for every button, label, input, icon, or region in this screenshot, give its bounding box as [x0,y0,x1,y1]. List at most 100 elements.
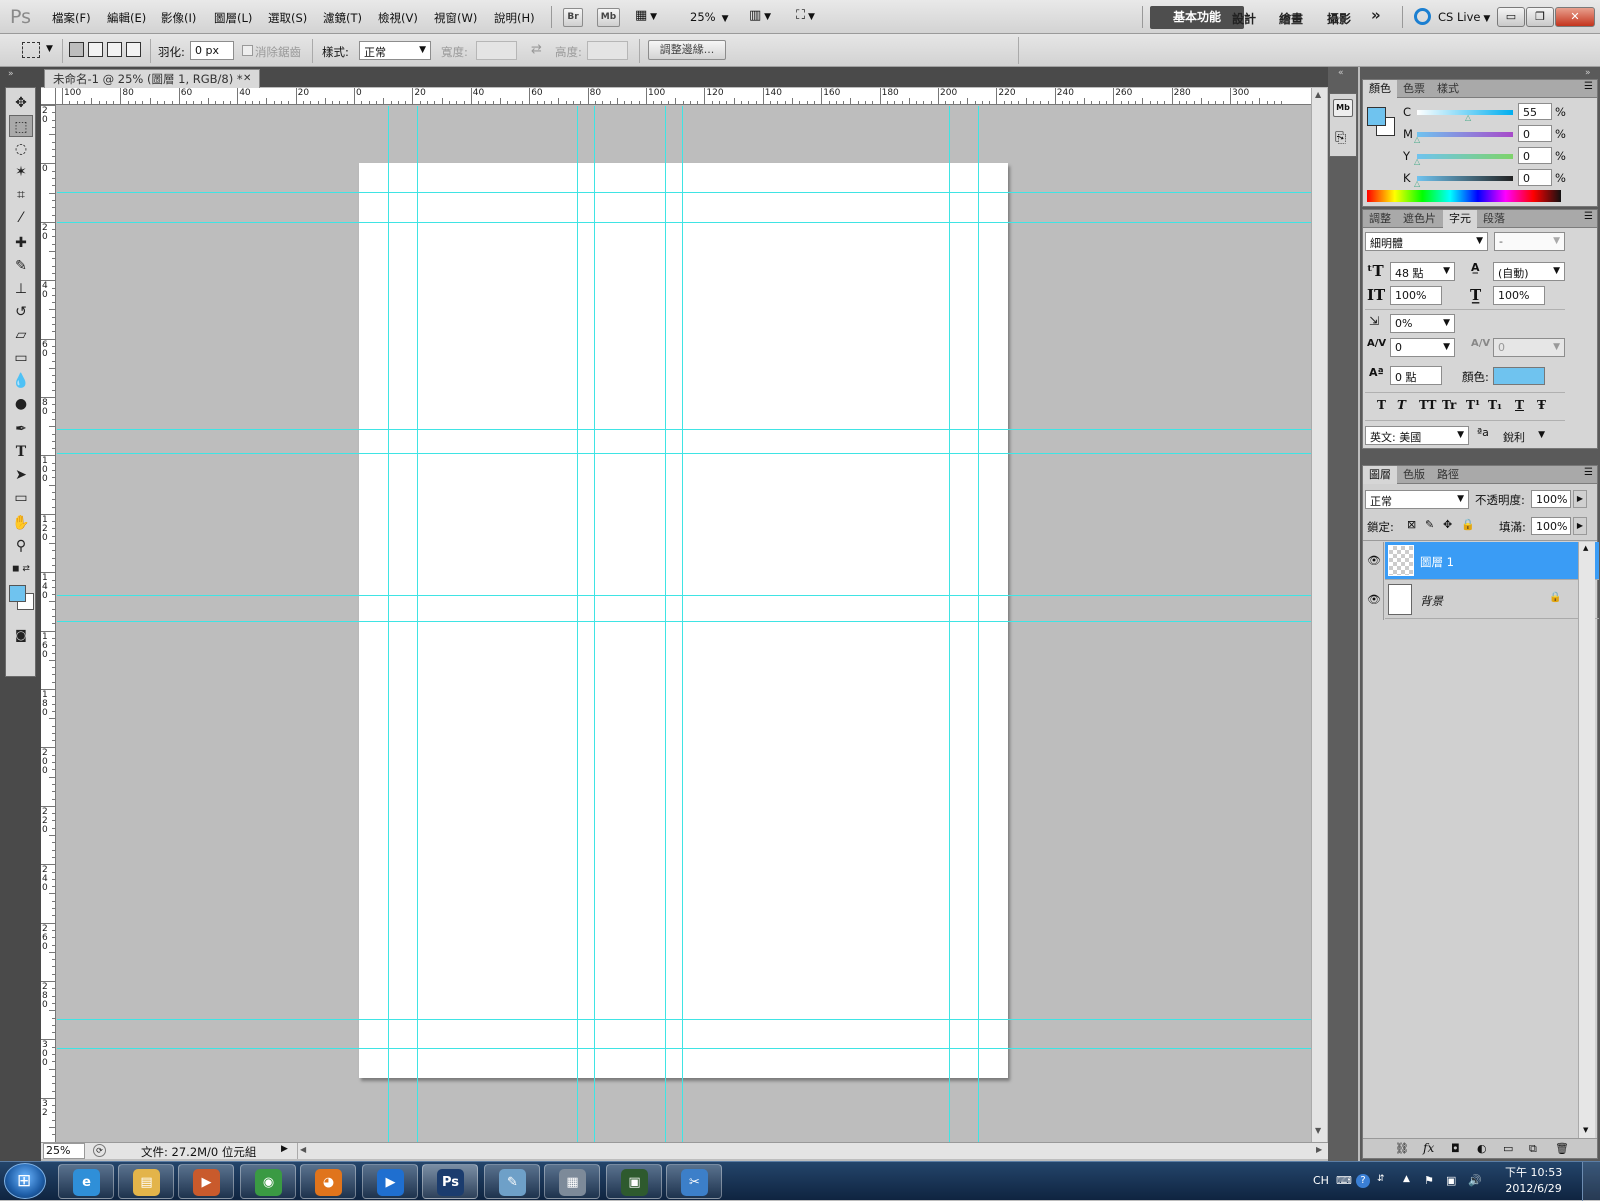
zoom-dropdown[interactable]: 25%▼ [690,10,728,24]
taskbar-app-button[interactable]: ▶ [362,1164,418,1199]
taskbar-app-button[interactable]: ▣ [606,1164,662,1199]
clone-stamp-tool-icon[interactable]: ⊥ [9,278,33,300]
status-arrow-icon[interactable]: ▶ [281,1144,288,1154]
intersect-selection-icon[interactable] [126,42,141,57]
add-mask-icon[interactable]: ◘ [1451,1142,1460,1155]
arrange-documents-dropdown[interactable]: ▥ ▼ [749,8,771,23]
history-panel-icon[interactable]: ⎘ [1335,130,1346,146]
slider-thumb-icon[interactable]: △ [1414,135,1420,144]
restore-button[interactable]: ❐ [1526,7,1554,27]
document-tab[interactable]: 未命名-1 @ 25% (圖層 1, RGB/8) * ✕ [44,69,260,89]
layer-name[interactable]: 背景 [1420,593,1443,609]
quick-mask-icon[interactable]: ◙ [9,624,33,646]
guide-horizontal[interactable] [57,222,1311,223]
status-menu-icon[interactable]: ⟳ [93,1144,106,1157]
eraser-tool-icon[interactable]: ▱ [9,324,33,346]
show-desktop-button[interactable] [1582,1162,1600,1201]
scroll-left-icon[interactable]: ◀ [300,1145,306,1154]
tab-paragraph[interactable]: 段落 [1477,210,1511,228]
guide-horizontal[interactable] [57,453,1311,454]
layer-name[interactable]: 圖層 1 [1420,554,1454,570]
taskbar-app-button[interactable]: ▤ [118,1164,174,1199]
menu-image[interactable]: 影像(I) [161,10,196,26]
feather-input[interactable]: 0 px [190,41,234,60]
text-color-swatch[interactable] [1493,367,1545,385]
collapse-toolbar-icon[interactable]: » [8,69,14,79]
tab-masks[interactable]: 遮色片 [1397,210,1442,228]
crop-tool-icon[interactable]: ⌗ [9,184,33,206]
color-spectrum-ramp[interactable] [1367,190,1561,202]
menu-filter[interactable]: 濾鏡(T) [323,10,362,26]
brush-tool-icon[interactable]: ✎ [9,255,33,277]
keyboard-icon[interactable]: ⌨ [1336,1174,1352,1187]
strikethrough-icon[interactable]: Ŧ [1537,398,1546,412]
menu-select[interactable]: 選取(S) [268,10,307,26]
tab-paths[interactable]: 路徑 [1431,466,1465,484]
yellow-input[interactable]: 0 [1518,147,1552,164]
guide-vertical[interactable] [594,106,595,1142]
eye-icon[interactable]: 👁 [1367,593,1381,606]
font-style-select[interactable]: -▼ [1494,232,1565,251]
start-button[interactable]: ⊞ [4,1163,46,1199]
blend-mode-select[interactable]: 正常▼ [1365,490,1469,509]
tracking-select[interactable]: 0▼ [1493,338,1565,357]
guide-horizontal[interactable] [57,1048,1311,1049]
type-tool-icon[interactable]: T [9,441,33,463]
tray-options-icon[interactable]: ⇵ [1377,1174,1385,1184]
lasso-tool-icon[interactable]: ◌ [9,138,33,160]
superscript-icon[interactable]: T¹ [1466,398,1480,412]
delete-layer-icon[interactable]: 🗑 [1555,1142,1569,1155]
baseline-shift-input[interactable]: 0 點 [1390,366,1442,385]
taskbar-app-button[interactable]: ◉ [240,1164,296,1199]
fill-input[interactable]: 100% [1531,517,1571,535]
faux-italic-icon[interactable]: T [1397,398,1406,412]
tab-layers[interactable]: 圖層 [1363,466,1397,484]
add-to-selection-icon[interactable] [88,42,103,57]
network-icon[interactable]: ▣ [1446,1174,1456,1187]
subscript-icon[interactable]: T₁ [1488,398,1502,412]
dodge-tool-icon[interactable]: ● [9,393,33,415]
move-tool-icon[interactable]: ✥ [9,92,33,114]
horizontal-ruler[interactable]: 1008060402002040608010012014016018020022… [56,88,1311,105]
tab-character[interactable]: 字元 [1443,210,1477,228]
guide-vertical[interactable] [978,106,979,1142]
menu-help[interactable]: 說明(H) [494,10,535,26]
language-indicator[interactable]: CH [1313,1174,1329,1187]
pen-tool-icon[interactable]: ✒ [9,418,33,440]
taskbar-app-button[interactable]: e [58,1164,114,1199]
guide-horizontal[interactable] [57,595,1311,596]
style-select[interactable]: 正常▼ [359,41,431,60]
link-layers-icon[interactable]: ⛓ [1395,1142,1409,1155]
scroll-up-icon[interactable]: ▲ [1583,544,1588,552]
guide-horizontal[interactable] [57,621,1311,622]
hand-tool-icon[interactable]: ✋ [9,512,33,534]
show-hidden-icons[interactable]: ▲ [1403,1174,1410,1184]
guide-vertical[interactable] [949,106,950,1142]
fill-slider-arrow-icon[interactable]: ▶ [1573,517,1587,535]
bridge-button[interactable]: Br [563,8,583,27]
guide-horizontal[interactable] [57,192,1311,193]
layer-row-selected[interactable]: 圖層 1 [1385,542,1599,580]
history-brush-tool-icon[interactable]: ↺ [9,301,33,323]
tab-swatches[interactable]: 色票 [1397,80,1431,98]
magenta-slider[interactable] [1417,132,1513,137]
tsume-select[interactable]: 0%▼ [1390,314,1455,333]
layer-row[interactable]: 背景 🔒 [1385,581,1599,619]
view-extras-dropdown[interactable]: ▦ ▼ [635,8,671,27]
default-colors-icon[interactable]: ◼ ⇄ [9,558,33,580]
black-slider[interactable] [1417,176,1513,181]
minimize-button[interactable]: ▭ [1497,7,1525,27]
tab-color[interactable]: 顏色 [1363,80,1397,98]
all-caps-icon[interactable]: TT [1419,398,1436,412]
scroll-right-icon[interactable]: ▶ [1316,1145,1322,1154]
adjustment-layer-icon[interactable]: ◐ [1477,1142,1487,1155]
new-selection-icon[interactable] [69,42,84,57]
slider-thumb-icon[interactable]: △ [1414,157,1420,166]
foreground-color-swatch[interactable] [9,585,26,602]
layer-style-icon[interactable]: fx [1423,1141,1434,1155]
clock[interactable]: 下午 10:53 2012/6/29 [1505,1165,1562,1197]
taskbar-app-button[interactable]: ✂ [666,1164,722,1199]
taskbar-app-button[interactable]: Ps [422,1164,478,1199]
collapse-panels-icon[interactable]: » [1585,68,1591,78]
small-caps-icon[interactable]: Tr [1442,398,1456,412]
